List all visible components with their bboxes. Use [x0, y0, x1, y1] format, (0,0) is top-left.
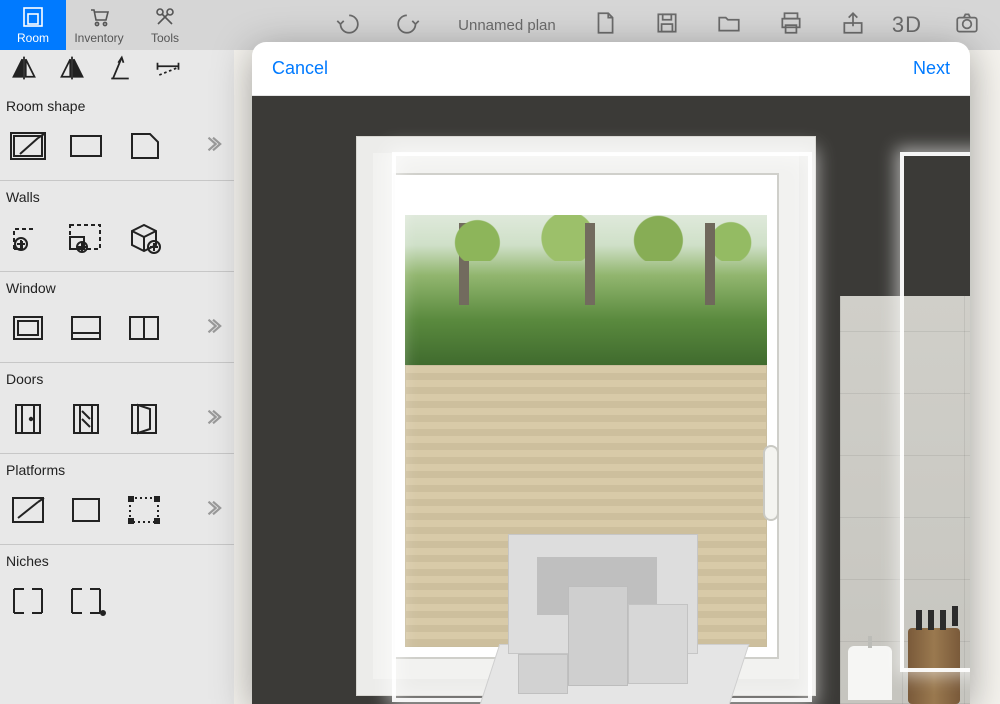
- roomshape-more-button[interactable]: [204, 135, 222, 158]
- section-title-niches: Niches: [0, 545, 234, 575]
- platform-rect-button[interactable]: [64, 490, 108, 530]
- modal-header: Cancel Next: [252, 42, 970, 96]
- wall-add-3d-button[interactable]: [122, 217, 166, 257]
- doors-more-button[interactable]: [204, 408, 222, 431]
- tools-icon: [153, 5, 177, 29]
- ar-scan-modal: Cancel Next: [252, 42, 970, 704]
- print-button[interactable]: [778, 10, 804, 41]
- wall-add-room-button[interactable]: [64, 217, 108, 257]
- platform-draw-button[interactable]: [6, 490, 50, 530]
- cancel-button[interactable]: Cancel: [272, 58, 328, 79]
- next-button[interactable]: Next: [913, 58, 950, 79]
- cart-icon: [87, 5, 111, 29]
- room-icon: [21, 5, 45, 29]
- dimension-button[interactable]: [154, 54, 182, 87]
- tab-room-label: Room: [17, 31, 49, 45]
- window-sill-button[interactable]: [64, 308, 108, 348]
- door-open-button[interactable]: [122, 399, 166, 439]
- door-standard-button[interactable]: [6, 399, 50, 439]
- open-button[interactable]: [716, 10, 742, 41]
- share-button[interactable]: [840, 10, 866, 41]
- window-more-button[interactable]: [204, 317, 222, 340]
- section-title-window: Window: [0, 272, 234, 302]
- door-glass-button[interactable]: [64, 399, 108, 439]
- platform-select-button[interactable]: [122, 490, 166, 530]
- document-title[interactable]: Unnamed plan: [458, 17, 556, 34]
- roomshape-rect-button[interactable]: [64, 126, 108, 166]
- save-button[interactable]: [654, 10, 680, 41]
- new-doc-button[interactable]: [592, 10, 618, 41]
- undo-button[interactable]: [334, 10, 360, 41]
- tab-inventory-label: Inventory: [74, 31, 123, 45]
- view-3d-button[interactable]: 3D: [892, 12, 922, 38]
- tab-room[interactable]: Room: [0, 0, 66, 50]
- niche-basic-button[interactable]: [6, 581, 50, 621]
- roomshape-draw-button[interactable]: [6, 126, 50, 166]
- platforms-more-button[interactable]: [204, 499, 222, 522]
- tab-tools-label: Tools: [151, 31, 179, 45]
- flip-vertical-button[interactable]: [58, 54, 86, 87]
- wall-add-corner-button[interactable]: [6, 217, 50, 257]
- tab-inventory[interactable]: Inventory: [66, 0, 132, 50]
- camera-button[interactable]: [954, 10, 980, 41]
- section-title-room-shape: Room shape: [0, 90, 234, 120]
- ar-3d-model-overlay[interactable]: [488, 494, 738, 704]
- flip-horizontal-button[interactable]: [10, 54, 38, 87]
- section-title-platforms: Platforms: [0, 454, 234, 484]
- niche-point-button[interactable]: [64, 581, 108, 621]
- transform-toolstrip: [0, 50, 234, 90]
- redo-button[interactable]: [396, 10, 422, 41]
- window-single-button[interactable]: [6, 308, 50, 348]
- section-title-walls: Walls: [0, 181, 234, 211]
- window-double-button[interactable]: [122, 308, 166, 348]
- ar-camera-view[interactable]: [252, 96, 970, 704]
- roomshape-page-button[interactable]: [122, 126, 166, 166]
- left-panel: Room shape Walls Window Doors Platforms …: [0, 50, 234, 704]
- wall-height-button[interactable]: [106, 54, 134, 87]
- tab-tools[interactable]: Tools: [132, 0, 198, 50]
- section-title-doors: Doors: [0, 363, 234, 393]
